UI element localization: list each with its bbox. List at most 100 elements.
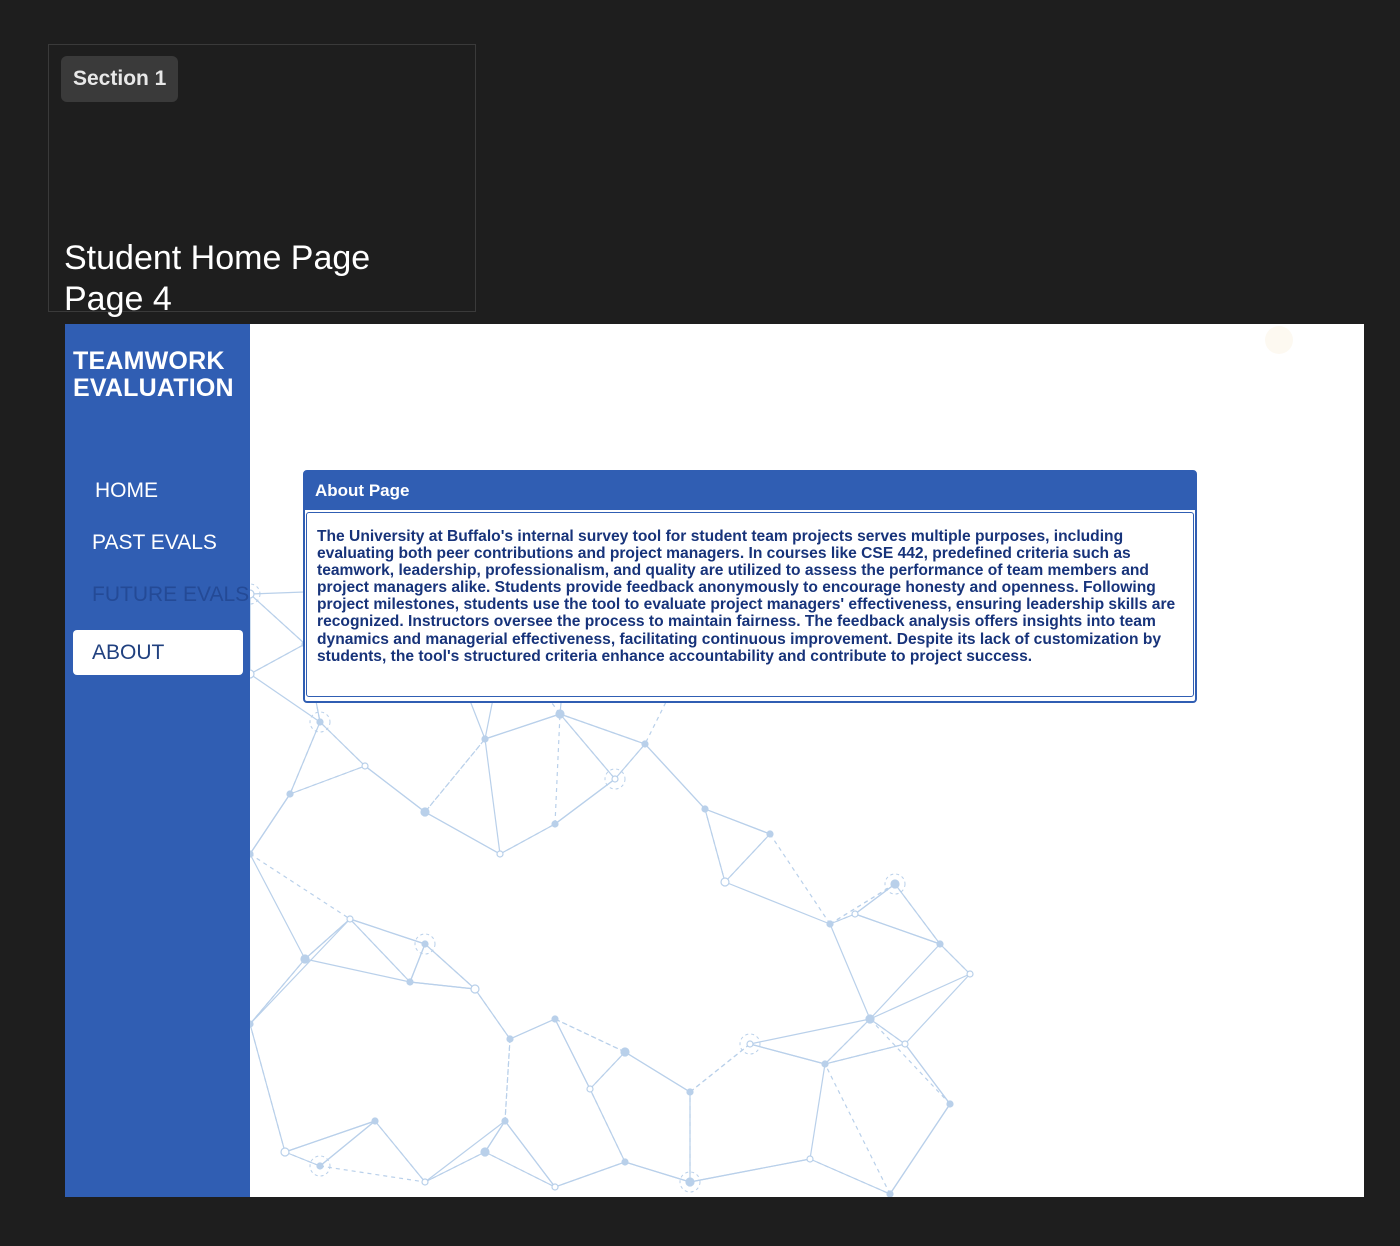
network-link — [689, 1043, 751, 1093]
network-node — [620, 1047, 630, 1057]
network-link — [869, 1018, 906, 1045]
network-node — [406, 978, 414, 986]
nav-past-evals[interactable]: PAST EVALS — [92, 530, 217, 556]
network-node — [481, 735, 489, 743]
network-link — [829, 923, 871, 1020]
network-node — [826, 920, 834, 928]
network-link — [869, 973, 971, 1020]
network-link — [889, 1103, 951, 1195]
network-node — [890, 879, 900, 889]
network-link — [704, 808, 726, 883]
about-card: About Page The University at Buffalo's i… — [303, 470, 1197, 703]
network-link — [589, 1051, 626, 1090]
network-link — [554, 778, 616, 825]
app-frame: TEAMWORK EVALUATION HOME PAST EVALS FUTU… — [65, 324, 1364, 1197]
network-link — [554, 1018, 626, 1053]
network-node — [420, 807, 430, 817]
network-node — [746, 1040, 754, 1048]
network-node — [250, 589, 255, 599]
network-link — [250, 853, 306, 960]
network-link — [364, 765, 426, 813]
nav-about[interactable]: ABOUT — [73, 630, 243, 675]
network-link — [509, 1018, 556, 1040]
network-link — [624, 1051, 691, 1093]
frame-title: Student Home Page — [64, 239, 371, 277]
network-link — [869, 1018, 951, 1105]
network-node — [966, 970, 974, 978]
network-node — [701, 805, 709, 813]
network-link — [304, 958, 411, 983]
network-link — [749, 1043, 826, 1065]
network-link — [424, 1120, 506, 1183]
network-link — [624, 1161, 691, 1183]
network-link — [409, 981, 476, 990]
network-node — [300, 954, 310, 964]
network-link — [809, 1158, 891, 1195]
nav-future-evals[interactable]: FUTURE EVALS — [92, 582, 249, 608]
network-link — [504, 1038, 511, 1122]
network-node — [641, 740, 649, 748]
network-link — [319, 1165, 426, 1183]
network-link — [289, 765, 366, 795]
network-node — [250, 1020, 254, 1028]
network-link — [409, 943, 426, 983]
network-link — [869, 943, 941, 1020]
network-node — [250, 669, 255, 679]
network-node — [611, 775, 619, 783]
network-node — [250, 850, 254, 858]
network-node — [886, 1190, 894, 1197]
network-link — [829, 883, 896, 925]
network-background — [250, 580, 974, 1197]
network-node — [371, 1117, 379, 1125]
nav-home[interactable]: HOME — [95, 478, 158, 504]
network-node — [686, 1088, 694, 1096]
network-link — [484, 738, 501, 855]
network-link — [824, 1063, 891, 1195]
network-node — [586, 1085, 594, 1093]
frame-label[interactable]: Student Home Page Page 4 — [64, 238, 370, 320]
network-node — [421, 940, 429, 948]
network-link — [284, 1120, 376, 1153]
network-node — [501, 1117, 509, 1125]
network-link — [824, 1043, 906, 1065]
network-link — [484, 713, 561, 740]
network-node — [551, 1015, 559, 1023]
network-node — [316, 1162, 324, 1170]
network-link — [614, 743, 646, 780]
network-node — [555, 709, 565, 719]
network-node — [936, 940, 944, 948]
network-link — [250, 918, 351, 1025]
network-node — [720, 877, 730, 887]
network-link — [809, 1063, 826, 1160]
network-node — [551, 1183, 559, 1191]
network-link — [904, 973, 971, 1045]
network-node — [621, 1158, 629, 1166]
network-node — [470, 984, 480, 994]
network-node — [496, 850, 504, 858]
about-body: The University at Buffalo's internal sur… — [306, 512, 1194, 697]
network-link — [904, 1043, 951, 1105]
network-link — [724, 881, 831, 925]
network-node — [280, 1147, 290, 1157]
network-link — [250, 793, 291, 855]
network-node — [316, 718, 324, 726]
network-link — [250, 853, 351, 920]
about-header: About Page — [305, 472, 1195, 510]
network-link — [250, 958, 306, 1025]
section-label[interactable]: Section 1 — [61, 56, 179, 102]
network-node — [851, 910, 859, 918]
network-link — [484, 1151, 556, 1188]
network-link — [504, 1120, 556, 1188]
network-link — [689, 1158, 811, 1183]
network-link — [474, 988, 511, 1040]
network-link — [554, 713, 561, 825]
network-link — [484, 1120, 506, 1153]
network-node — [901, 1040, 909, 1048]
network-node — [766, 830, 774, 838]
network-node — [421, 1178, 429, 1186]
network-link — [854, 913, 941, 945]
network-link — [769, 833, 831, 925]
network-node — [551, 820, 559, 828]
network-link — [554, 1161, 626, 1188]
network-link — [250, 1023, 286, 1153]
